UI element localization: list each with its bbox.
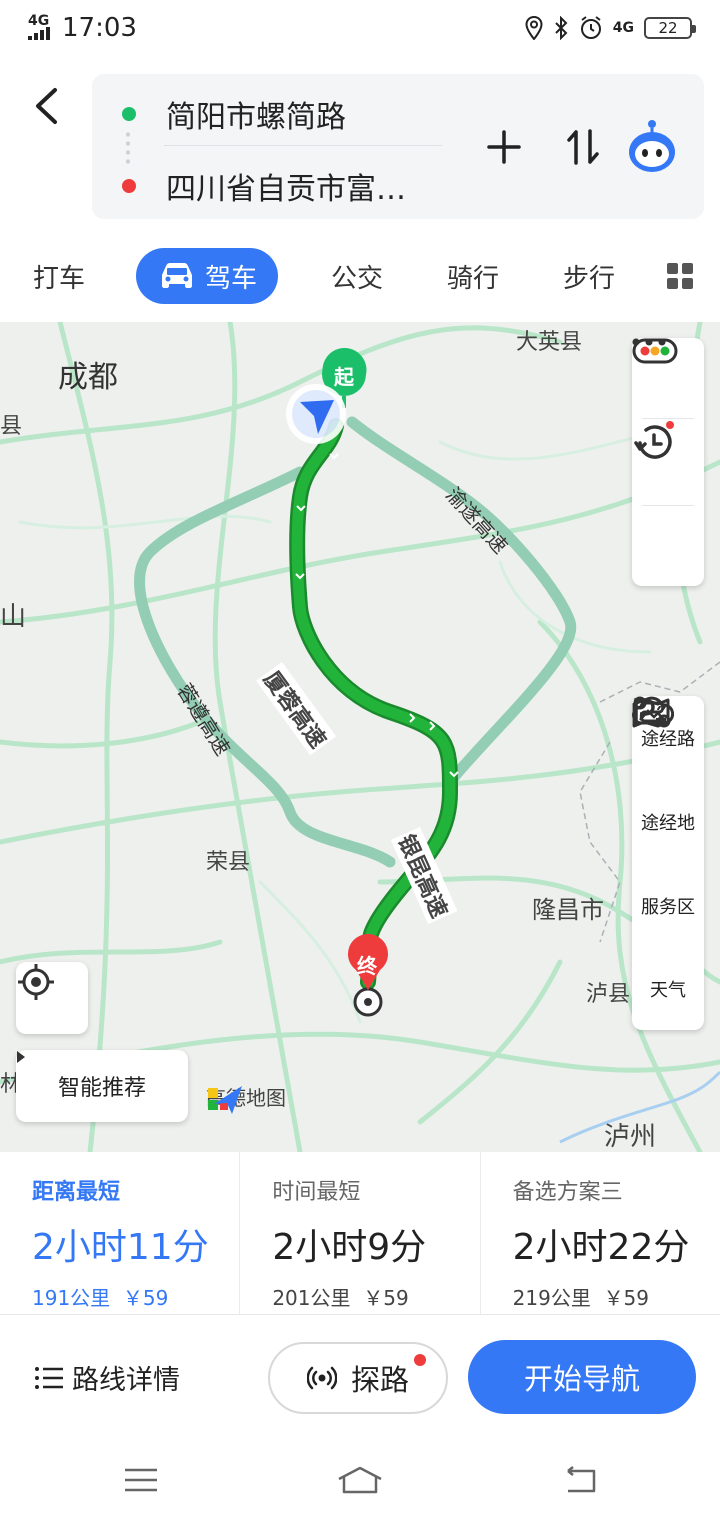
crosshair-icon bbox=[18, 964, 54, 1000]
route-option-title: 时间最短 bbox=[272, 1180, 361, 1205]
status-bar: 4G 17:03 4G 22 bbox=[0, 0, 720, 56]
signal-icon: 4G bbox=[28, 14, 52, 42]
county-label-daying: 大英县 bbox=[516, 330, 583, 355]
return-icon bbox=[567, 1466, 596, 1493]
location-icon bbox=[525, 16, 543, 40]
home-button[interactable] bbox=[335, 1460, 385, 1500]
city-label-luzhou: 泸州 bbox=[604, 1122, 657, 1152]
end-location[interactable]: 四川省自贡市富… bbox=[122, 164, 406, 208]
swap-icon bbox=[567, 129, 599, 165]
weather-label: 天气 bbox=[650, 980, 686, 1001]
menu-button[interactable] bbox=[116, 1460, 166, 1500]
cloud-icon bbox=[632, 696, 674, 725]
history-button[interactable] bbox=[632, 419, 704, 505]
chevron-left-icon bbox=[36, 88, 57, 124]
locate-me-button[interactable] bbox=[16, 962, 88, 1034]
history-icon bbox=[634, 421, 674, 459]
waypoint-road-label: 途经路 bbox=[641, 729, 695, 750]
tab-taxi[interactable]: 打车 bbox=[28, 248, 90, 304]
county-label-rongxian: 荣县 bbox=[206, 850, 251, 875]
start-dot bbox=[122, 107, 136, 121]
route-option-fastest[interactable]: 时间最短 2小时9分 201公里 ￥59 bbox=[240, 1152, 481, 1314]
route-option-time: 2小时11分 bbox=[32, 1227, 209, 1268]
start-marker: 起 bbox=[334, 365, 354, 389]
battery-icon: 22 bbox=[644, 17, 696, 39]
start-location[interactable]: 简阳市螺简路 bbox=[122, 92, 346, 136]
smart-recommend-label: 智能推荐 bbox=[57, 1076, 146, 1101]
route-input-card: 简阳市螺简路 四川省自贡市富… bbox=[92, 74, 704, 219]
end-marker: 终 bbox=[357, 954, 377, 978]
amap-logo: 高德地图 bbox=[206, 1082, 286, 1114]
plus-icon bbox=[487, 130, 521, 164]
back-nav-button[interactable] bbox=[554, 1460, 604, 1500]
add-waypoint-button[interactable] bbox=[479, 122, 529, 172]
menu-icon bbox=[125, 1468, 157, 1492]
car-icon bbox=[161, 263, 192, 288]
start-location-text: 简阳市螺简路 bbox=[166, 100, 346, 135]
city-label-longchang: 隆昌市 bbox=[532, 896, 604, 924]
start-navigation-button[interactable]: 开始导航 bbox=[468, 1340, 696, 1414]
start-navigation-label: 开始导航 bbox=[523, 1362, 640, 1396]
home-icon bbox=[338, 1466, 382, 1494]
more-modes-button[interactable] bbox=[660, 248, 700, 304]
route-option-title: 备选方案三 bbox=[512, 1180, 623, 1205]
county-label-luxian: 泸县 bbox=[586, 982, 631, 1007]
action-bar: 路线详情 探路 开始导航 bbox=[0, 1316, 720, 1436]
route-details-button[interactable]: 路线详情 bbox=[34, 1358, 180, 1397]
grid-icon bbox=[667, 263, 693, 289]
tab-transit[interactable]: 公交 bbox=[326, 248, 388, 304]
assistant-avatar-icon bbox=[629, 120, 675, 172]
system-nav-bar bbox=[0, 1440, 720, 1520]
service-area-label: 服务区 bbox=[641, 897, 695, 918]
status-time: 17:03 bbox=[62, 13, 137, 43]
service-area-button[interactable]: 服务区 bbox=[632, 698, 704, 948]
tab-drive-label: 驾车 bbox=[204, 263, 257, 294]
route-option-meta: 191公里 ￥59 bbox=[32, 1286, 169, 1310]
tab-bike[interactable]: 骑行 bbox=[442, 248, 504, 304]
tab-walk[interactable]: 步行 bbox=[558, 248, 620, 304]
swap-button[interactable] bbox=[558, 122, 608, 172]
map-tools-panel bbox=[632, 338, 704, 586]
route-option-time: 2小时22分 bbox=[512, 1227, 690, 1268]
smart-recommend-button[interactable]: 智能推荐 bbox=[16, 1050, 188, 1122]
waypoint-place-label: 途经地 bbox=[641, 813, 695, 834]
map-view[interactable]: 起 终 成都 大英县 县 山 荣县 隆昌市 泸县 泸州 林 厦蓉高速 银昆高速 … bbox=[0, 322, 720, 1152]
end-dot bbox=[122, 179, 136, 193]
route-option-time: 2小时9分 bbox=[272, 1227, 427, 1268]
bluetooth-icon bbox=[555, 16, 568, 40]
back-button[interactable] bbox=[26, 84, 66, 128]
route-option-shortest[interactable]: 距离最短 2小时11分 191公里 ￥59 bbox=[0, 1152, 241, 1314]
route-details-label: 路线详情 bbox=[72, 1365, 180, 1396]
more-tools-button[interactable] bbox=[632, 338, 704, 586]
caret-right-icon bbox=[17, 1051, 25, 1063]
mode-tabs: 打车 驾车 公交 骑行 步行 bbox=[0, 248, 720, 308]
more-icon bbox=[632, 338, 666, 346]
explore-road-button[interactable]: 探路 bbox=[268, 1342, 448, 1414]
tab-drive[interactable]: 驾车 bbox=[136, 248, 278, 304]
route-option-meta: 219公里 ￥59 bbox=[512, 1286, 650, 1310]
weather-button[interactable]: 天气 bbox=[632, 696, 704, 1030]
waypoint-place-button[interactable]: 途经地 bbox=[632, 698, 704, 864]
notification-dot bbox=[414, 1354, 426, 1366]
amap-logo-icon bbox=[208, 1086, 242, 1114]
route-option-meta: 201公里 ￥59 bbox=[272, 1286, 409, 1310]
route-options: 距离最短 2小时11分 191公里 ￥59 时间最短 2小时9分 201公里 ￥… bbox=[0, 1152, 720, 1315]
map-canvas bbox=[0, 322, 720, 1152]
route-option-title: 距离最短 bbox=[32, 1180, 121, 1205]
list-icon bbox=[35, 1366, 63, 1389]
route-connector bbox=[126, 130, 130, 166]
network-type: 4G bbox=[612, 20, 634, 36]
county-label-partial: 县 bbox=[0, 414, 23, 439]
route-option-alternative[interactable]: 备选方案三 2小时22分 219公里 ￥59 bbox=[481, 1152, 720, 1314]
assistant-button[interactable] bbox=[624, 118, 680, 174]
traffic-toggle-button[interactable] bbox=[632, 338, 704, 418]
end-location-text: 四川省自贡市富… bbox=[166, 172, 406, 207]
route-tools-panel: 途经路 途经地 服务区 天气 bbox=[632, 696, 704, 1030]
alarm-icon bbox=[580, 16, 601, 39]
city-label-chengdu: 成都 bbox=[58, 360, 118, 395]
divider bbox=[164, 145, 442, 146]
place-label-shan: 山 bbox=[0, 602, 27, 632]
explore-road-label: 探路 bbox=[350, 1363, 409, 1397]
broadcast-icon bbox=[306, 1366, 337, 1390]
